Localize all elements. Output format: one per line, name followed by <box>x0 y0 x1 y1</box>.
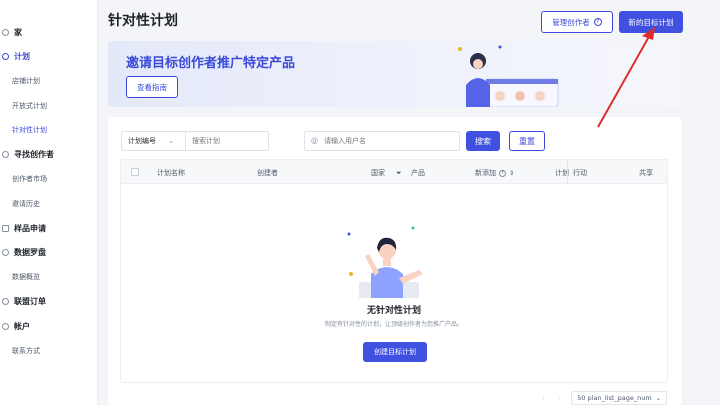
info-icon: ? <box>499 169 506 177</box>
create-target-plan-label: 创建目标计划 <box>374 348 416 356</box>
at-icon: @ <box>311 137 318 145</box>
search-plan-input[interactable] <box>192 137 268 145</box>
banner-illustration <box>458 45 559 107</box>
sidebar-item[interactable]: 计划 <box>0 45 97 70</box>
sidebar-item-label: 样品申请 <box>14 223 46 233</box>
col-plan-name: 计划名称 <box>157 169 185 177</box>
banner-title: 邀请目标创作者推广特定产品 <box>126 56 296 71</box>
empty-state-title: 无针对性计划 <box>366 306 421 316</box>
filter-icon[interactable]: ⏷ <box>396 169 402 178</box>
sidebar-item-label: 邀请历史 <box>12 199 40 208</box>
sidebar-item[interactable]: 联盟订单 <box>0 290 97 315</box>
sidebar-item-label: 开放式计划 <box>12 101 47 110</box>
sidebar-item[interactable]: 开放式计划 <box>0 94 97 119</box>
plan-filter-group: 计划编号 ⌄ <box>121 131 269 151</box>
sidebar-item[interactable]: 邀请历史 <box>0 192 97 217</box>
search-button[interactable]: 搜索 <box>466 131 500 151</box>
col-product: 产品 <box>411 169 425 177</box>
prev-page-icon[interactable]: ‹ <box>542 394 545 402</box>
sidebar-item-label: 联盟订单 <box>14 297 46 307</box>
page-size-label: 50 plan_list_page_num <box>577 394 652 402</box>
plans-card: 计划编号 ⌄ @ 搜索 重置 计划名称 创建者 国家 ⏷ 产品 新添加 ? ⇕ <box>108 117 682 405</box>
sidebar-item[interactable]: 店铺计划 <box>0 69 97 94</box>
sort-icon[interactable]: ⇕ <box>509 170 514 177</box>
sidebar-item[interactable]: 针对性计划 <box>0 118 97 143</box>
col-share: 共享 <box>639 169 653 177</box>
sidebar-item-label: 帐户 <box>14 321 30 331</box>
select-all-checkbox[interactable] <box>131 168 139 176</box>
promo-banner: 邀请目标创作者推广特定产品 查看指南 <box>108 41 682 107</box>
col-creator: 创建者 <box>257 169 278 177</box>
col-country: 国家 <box>371 169 385 177</box>
new-target-plan-label: 新的目标计划 <box>628 17 674 27</box>
col-action: 行动 <box>573 169 587 177</box>
manage-creators-label: 管理创作者 <box>552 17 590 27</box>
search-creator-icon <box>2 151 9 159</box>
compass-icon <box>2 249 9 257</box>
plan-icon <box>2 53 9 61</box>
sidebar-item-label: 针对性计划 <box>12 126 47 135</box>
sample-icon <box>2 224 9 232</box>
help-icon: ? <box>593 18 602 26</box>
plan-id-select-label: 计划编号 <box>128 137 156 145</box>
page-title: 针对性计划 <box>108 13 178 29</box>
sidebar-item-label: 数据罗盘 <box>14 248 46 258</box>
plans-table: 计划名称 创建者 国家 ⏷ 产品 新添加 ? ⇕ 计划 行动 共享 无针对性计划… <box>120 159 668 383</box>
reset-button[interactable]: 重置 <box>509 131 545 151</box>
sidebar-item-label: 家 <box>14 27 22 37</box>
sidebar-item-label: 店铺计划 <box>12 77 40 86</box>
view-guide-button[interactable]: 查看指南 <box>126 76 178 98</box>
sidebar-item[interactable]: 创作者市场 <box>0 167 97 192</box>
empty-state-illustration <box>347 226 423 298</box>
col-new-creator: 新添加 <box>475 169 496 177</box>
sidebar-item-label: 创作者市场 <box>12 175 47 184</box>
sidebar: 家计划店铺计划开放式计划针对性计划寻找创作者创作者市场邀请历史样品申请数据罗盘数… <box>0 0 98 405</box>
chevron-down-icon: ⌄ <box>168 137 174 145</box>
sidebar-item[interactable]: 样品申请 <box>0 216 97 241</box>
search-label: 搜索 <box>475 136 491 146</box>
empty-state-description: 制定有针对性的计划，让顶级创作者为您推广产品。 <box>324 321 463 328</box>
manage-creators-button[interactable]: 管理创作者 ? <box>541 11 613 33</box>
account-icon <box>2 322 9 330</box>
plan-id-select[interactable]: 计划编号 ⌄ <box>122 132 186 150</box>
username-input[interactable] <box>324 137 454 145</box>
sidebar-item-label: 联系方式 <box>12 346 40 355</box>
order-icon <box>2 298 9 306</box>
new-target-plan-button[interactable]: 新的目标计划 <box>619 11 683 33</box>
next-page-icon[interactable]: › <box>559 394 562 402</box>
table-header: 计划名称 创建者 国家 ⏷ 产品 新添加 ? ⇕ 计划 行动 共享 <box>121 160 667 184</box>
sidebar-item[interactable]: 数据罗盘 <box>0 241 97 266</box>
view-guide-label: 查看指南 <box>137 82 167 92</box>
sidebar-item-label: 数据概览 <box>12 273 40 282</box>
sidebar-item[interactable]: 寻找创作者 <box>0 143 97 168</box>
chevron-down-icon: ⌄ <box>655 394 662 402</box>
sidebar-item[interactable]: 家 <box>0 20 97 45</box>
sidebar-item-label: 计划 <box>14 52 30 62</box>
sidebar-item[interactable]: 联系方式 <box>0 339 97 364</box>
create-target-plan-button[interactable]: 创建目标计划 <box>363 342 427 362</box>
reset-label: 重置 <box>519 136 535 146</box>
home-icon <box>2 28 9 36</box>
pagination: ‹ › 50 plan_list_page_num ⌄ <box>542 391 668 405</box>
sidebar-item[interactable]: 帐户 <box>0 314 97 339</box>
page-size-select[interactable]: 50 plan_list_page_num ⌄ <box>571 391 668 405</box>
sidebar-item-label: 寻找创作者 <box>14 150 54 160</box>
sidebar-item[interactable]: 数据概览 <box>0 265 97 290</box>
username-filter: @ <box>304 131 460 151</box>
